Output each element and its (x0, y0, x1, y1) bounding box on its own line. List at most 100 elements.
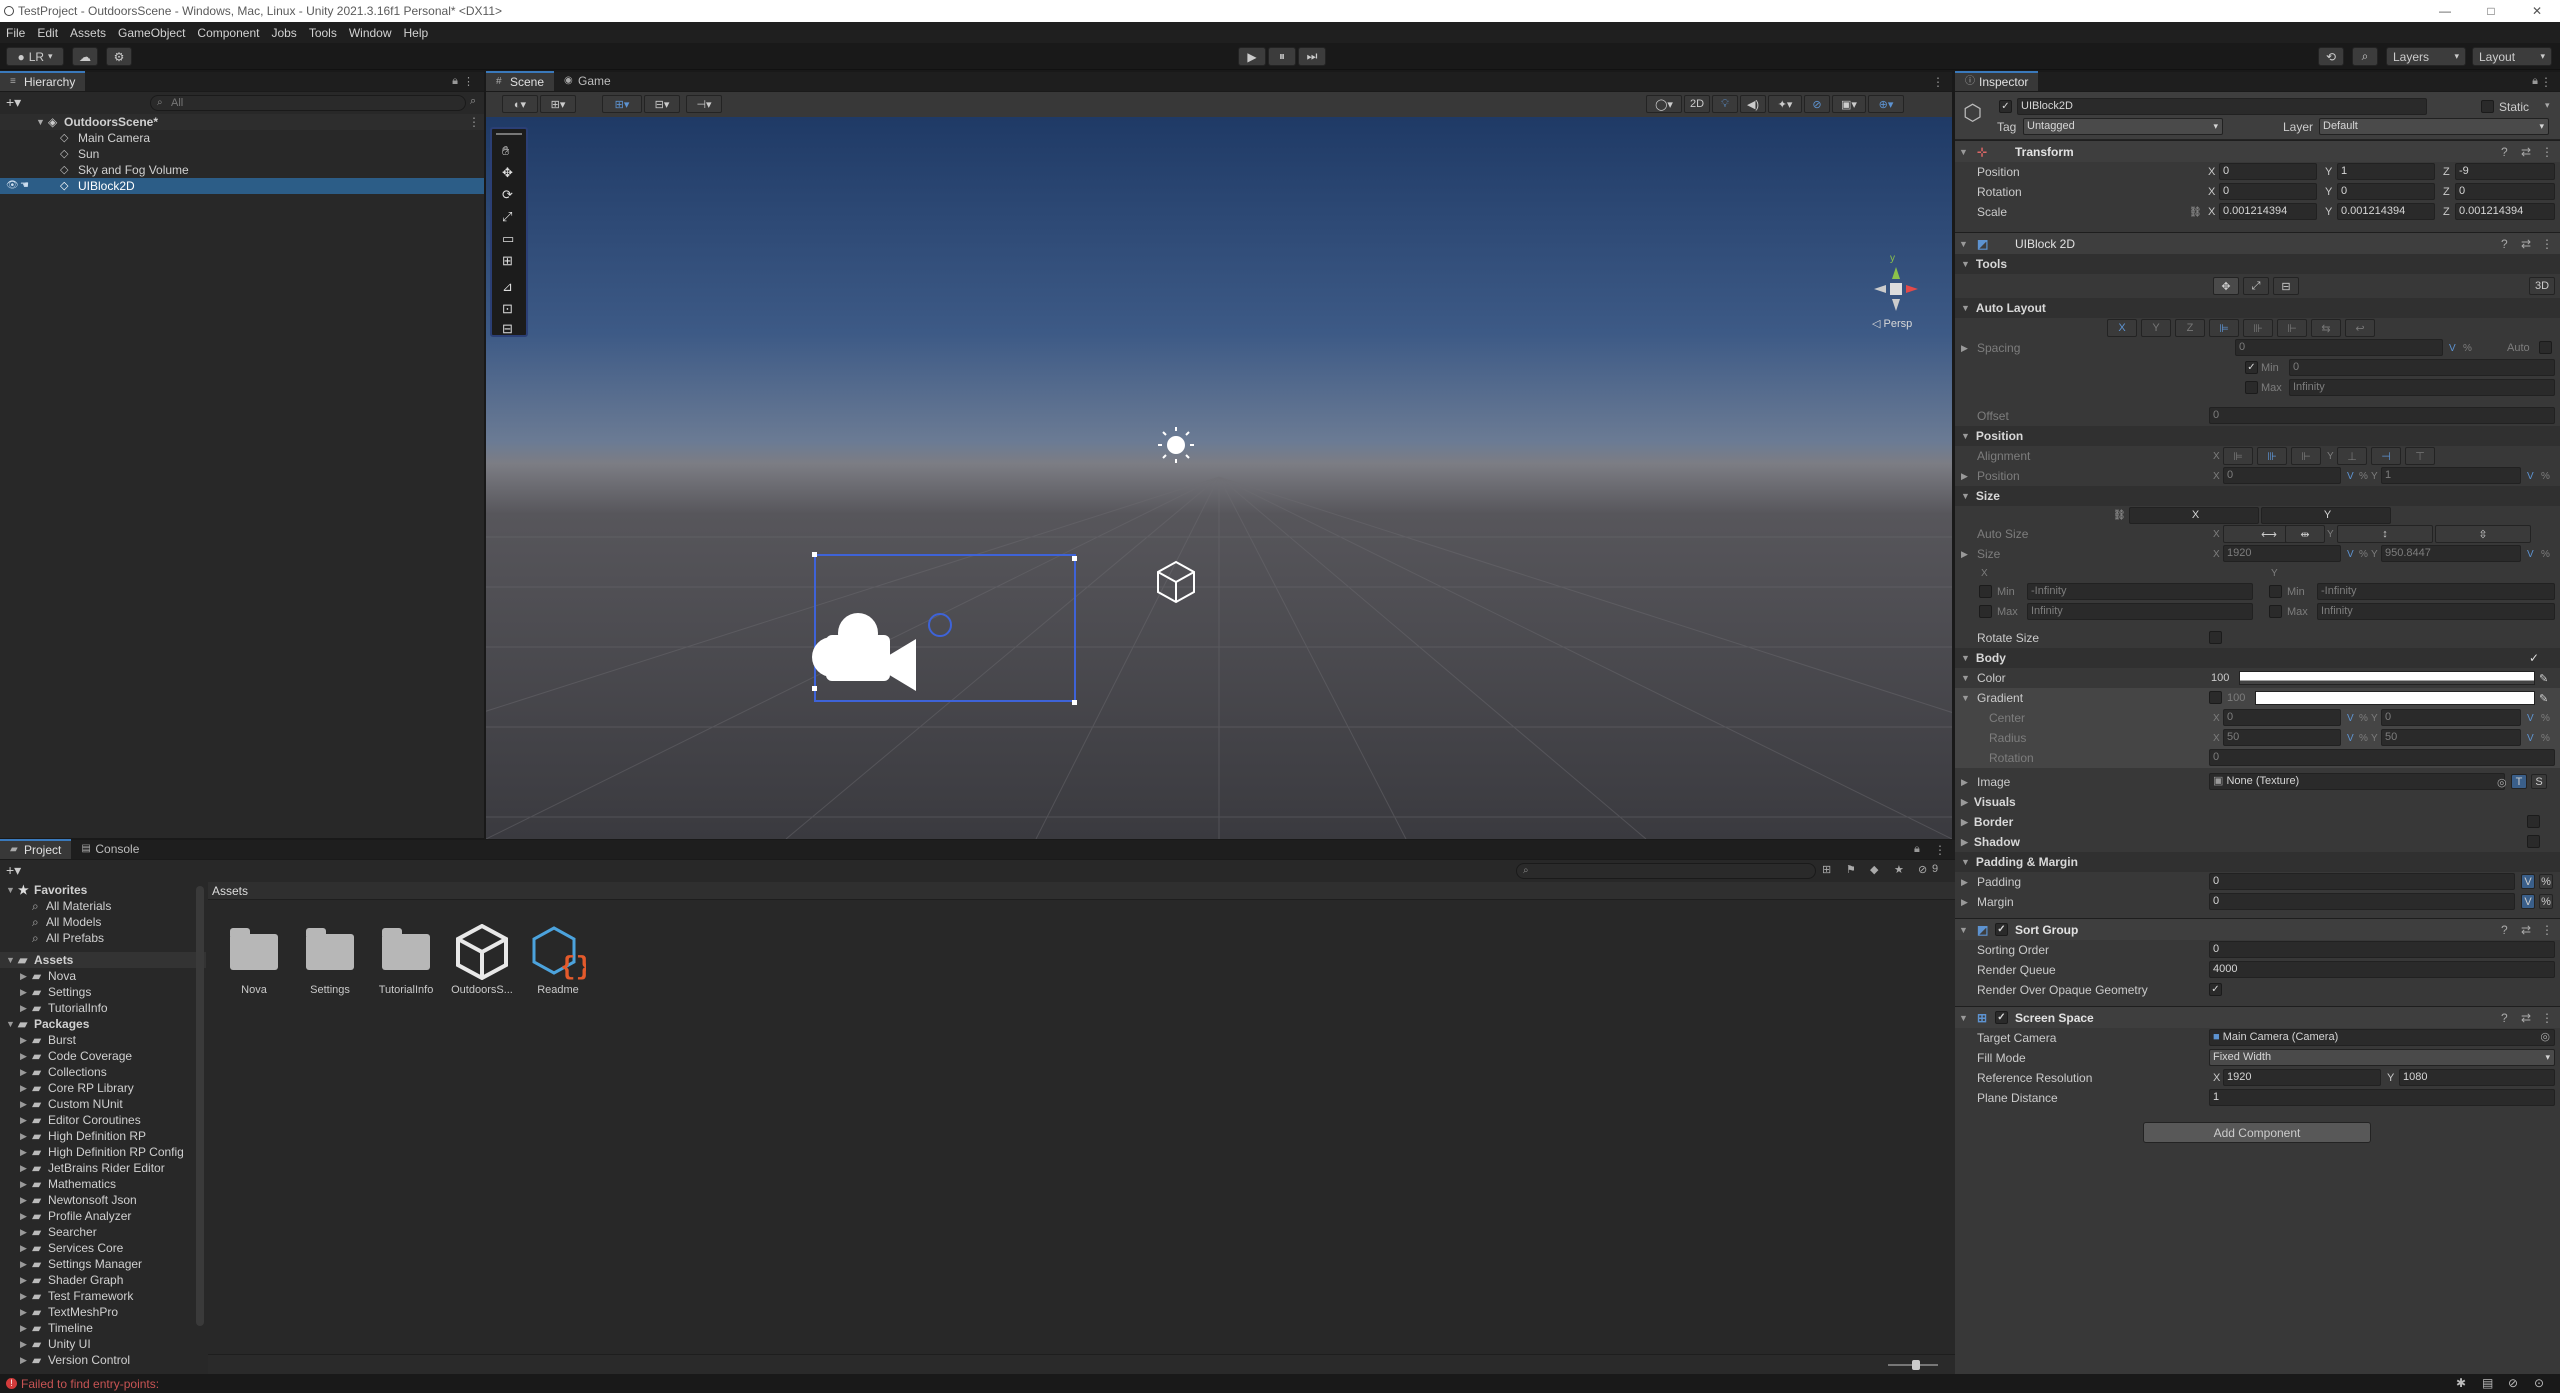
auto-size-y-shrink-icon[interactable]: ⇳ (2435, 525, 2531, 543)
package-item[interactable]: ▶ ▰ Test Framework (0, 1288, 206, 1304)
size-min-y-field[interactable]: -Infinity (2317, 583, 2555, 600)
expand-triangle-icon[interactable]: ▼ (1959, 239, 1968, 249)
gradient-center-x-field[interactable]: 0 (2223, 709, 2341, 726)
asset-folder-tile[interactable]: TutorialInfo (366, 924, 446, 996)
nova-tool-resize-icon[interactable]: ⤢ (2243, 277, 2269, 295)
layer-dropdown[interactable]: Default ▾ (2319, 118, 2549, 135)
status-message[interactable]: Failed to find entry-points: (21, 1377, 159, 1391)
margin-value-mode-button[interactable]: V (2521, 894, 2535, 909)
hierarchy-item[interactable]: ◇ Sky and Fog Volume (0, 162, 484, 178)
auto-layout-section[interactable]: ▼ Auto Layout (1955, 298, 2560, 318)
color-swatch[interactable] (2239, 671, 2535, 685)
gradient-radius-y-field[interactable]: 50 (2381, 729, 2521, 746)
favorite-star-icon[interactable]: ★ (1894, 863, 1904, 876)
project-search-input[interactable]: ⌕ (1516, 863, 1816, 879)
package-item[interactable]: ▶ ▰ Editor Coroutines (0, 1112, 206, 1128)
preset-icon[interactable]: ⇄ (2521, 145, 2531, 159)
transform-tool-icon[interactable]: ⊞ (502, 253, 513, 269)
hand-tool-icon[interactable]: ✋︎ (502, 143, 509, 159)
axis-x-button[interactable]: X (2107, 319, 2137, 337)
auto-size-x-shrink-icon[interactable]: ⇹ (2285, 525, 2325, 543)
collapse-triangle-icon[interactable]: ▶ (20, 1192, 27, 1208)
collapse-triangle-icon[interactable]: ▶ (1961, 837, 1968, 848)
hidden-packages-icon[interactable]: ⊘ (1918, 863, 1927, 876)
help-icon[interactable]: ? (2501, 1011, 2508, 1025)
collapse-triangle-icon[interactable]: ▶ (20, 1112, 27, 1128)
size-min-y-checkbox[interactable] (2269, 585, 2282, 598)
kebab-menu-icon[interactable]: ⋮ (468, 114, 480, 130)
nova-3d-toggle-icon[interactable]: 3D (2529, 277, 2555, 295)
menu-tools[interactable]: Tools (309, 26, 337, 40)
screen-space-enabled-checkbox[interactable]: ✓ (1995, 1011, 2008, 1024)
pause-button[interactable]: ⏸ (1268, 47, 1296, 66)
gizmos-icon[interactable]: ⊕▾ (1868, 95, 1904, 113)
pickable-hand-icon[interactable]: ☚ (20, 178, 29, 194)
package-item[interactable]: ▶ ▰ Timeline (0, 1320, 206, 1336)
kebab-menu-icon[interactable]: ⋮ (1934, 843, 1946, 857)
expand-triangle-icon[interactable]: ▼ (36, 114, 45, 130)
kebab-menu-icon[interactable]: ⋮ (2541, 145, 2553, 159)
target-camera-field[interactable]: ■ Main Camera (Camera) ◎ (2209, 1029, 2555, 1046)
preset-icon[interactable]: ⇄ (2521, 923, 2531, 937)
menu-window[interactable]: Window (349, 26, 392, 40)
cloud-icon[interactable]: ☁ (72, 47, 98, 66)
auto-size-y-expand-icon[interactable]: ↕ (2337, 525, 2433, 543)
gradient-center-y-field[interactable]: 0 (2381, 709, 2521, 726)
align-x-left-icon[interactable]: ⊫ (2223, 447, 2253, 465)
collapse-triangle-icon[interactable]: ▶ (20, 968, 27, 984)
search-by-type-icon[interactable]: ⊞ (1822, 863, 1831, 876)
render-over-opaque-checkbox[interactable]: ✓ (2209, 983, 2222, 996)
help-icon[interactable]: ? (2501, 145, 2508, 159)
collapse-triangle-icon[interactable]: ▶ (20, 1320, 27, 1336)
gradient-rotation-field[interactable]: 0 (2209, 749, 2555, 766)
favorite-item[interactable]: ⌕ All Materials (0, 898, 206, 914)
transform-component-header[interactable]: ▼ ⊹ Transform ? ⇄ ⋮ (1955, 140, 2560, 162)
menu-jobs[interactable]: Jobs (271, 26, 296, 40)
collapse-triangle-icon[interactable]: ▶ (20, 1352, 27, 1368)
tab-inspector[interactable]: ⓘ Inspector (1955, 71, 2039, 91)
nova-resize-tool-icon[interactable]: ⊿ (502, 279, 513, 295)
scale-z-field[interactable]: 0.001214394 (2455, 203, 2555, 220)
hierarchy-search-input[interactable]: ⌕ All (150, 95, 466, 111)
layers-dropdown[interactable]: Layers ▾ (2386, 47, 2466, 66)
nova-tool-move-icon[interactable]: ✥ (2213, 277, 2239, 295)
search-by-label-icon[interactable]: ⚑ (1846, 863, 1856, 876)
fill-mode-dropdown[interactable]: Fixed Width ▾ (2209, 1049, 2555, 1066)
size-axis-x-toggle[interactable]: X (2129, 507, 2259, 524)
object-name-input[interactable]: UIBlock2D (2017, 98, 2427, 115)
package-item[interactable]: ▶ ▰ Profile Analyzer (0, 1208, 206, 1224)
rotation-y-field[interactable]: 0 (2337, 183, 2435, 200)
size-max-y-checkbox[interactable] (2269, 605, 2282, 618)
rotation-x-field[interactable]: 0 (2219, 183, 2317, 200)
progress-icon[interactable]: ⊘ (2508, 1376, 2518, 1390)
package-item[interactable]: ▶ ▰ Burst (0, 1032, 206, 1048)
package-item[interactable]: ▶ ▰ High Definition RP (0, 1128, 206, 1144)
collapse-triangle-icon[interactable]: ▶ (1961, 777, 1968, 788)
expand-triangle-icon[interactable]: ▼ (1961, 431, 1970, 441)
chevron-down-icon[interactable]: ▾ (2545, 100, 2550, 111)
margin-percent-mode-button[interactable]: % (2539, 894, 2553, 909)
object-picker-icon[interactable]: ◎ (2497, 776, 2507, 789)
menu-help[interactable]: Help (404, 26, 429, 40)
collapse-triangle-icon[interactable]: ▶ (20, 1000, 27, 1016)
preset-icon[interactable]: ⇄ (2521, 237, 2531, 251)
package-item[interactable]: ▶ ▰ Code Coverage (0, 1048, 206, 1064)
step-button[interactable]: ⏭ (1298, 47, 1326, 66)
pivot-handle[interactable] (928, 613, 952, 637)
auto-generate-lighting-icon[interactable]: ⊙ (2534, 1376, 2544, 1390)
collapse-triangle-icon[interactable]: ▶ (20, 1064, 27, 1080)
favorites-header[interactable]: ▼ ★ Favorites (0, 882, 206, 898)
menu-component[interactable]: Component (197, 26, 259, 40)
padding-percent-mode-button[interactable]: % (2539, 874, 2553, 889)
layout-dropdown[interactable]: Layout ▾ (2472, 47, 2552, 66)
static-checkbox[interactable] (2481, 100, 2494, 113)
asset-readme-tile[interactable]: {}Readme (518, 924, 598, 996)
nova-margin-tool-icon[interactable]: ⊟ (502, 321, 513, 337)
align-icon[interactable]: ⊣▾ (686, 95, 722, 113)
collapse-triangle-icon[interactable]: ▶ (1961, 343, 1968, 354)
collapse-triangle-icon[interactable]: ▶ (1961, 549, 1968, 560)
expand-triangle-icon[interactable]: ▼ (1959, 147, 1968, 157)
help-icon[interactable]: ? (2501, 237, 2508, 251)
sort-group-enabled-checkbox[interactable]: ✓ (1995, 923, 2008, 936)
align-y-center-icon[interactable]: ⊣ (2371, 447, 2401, 465)
